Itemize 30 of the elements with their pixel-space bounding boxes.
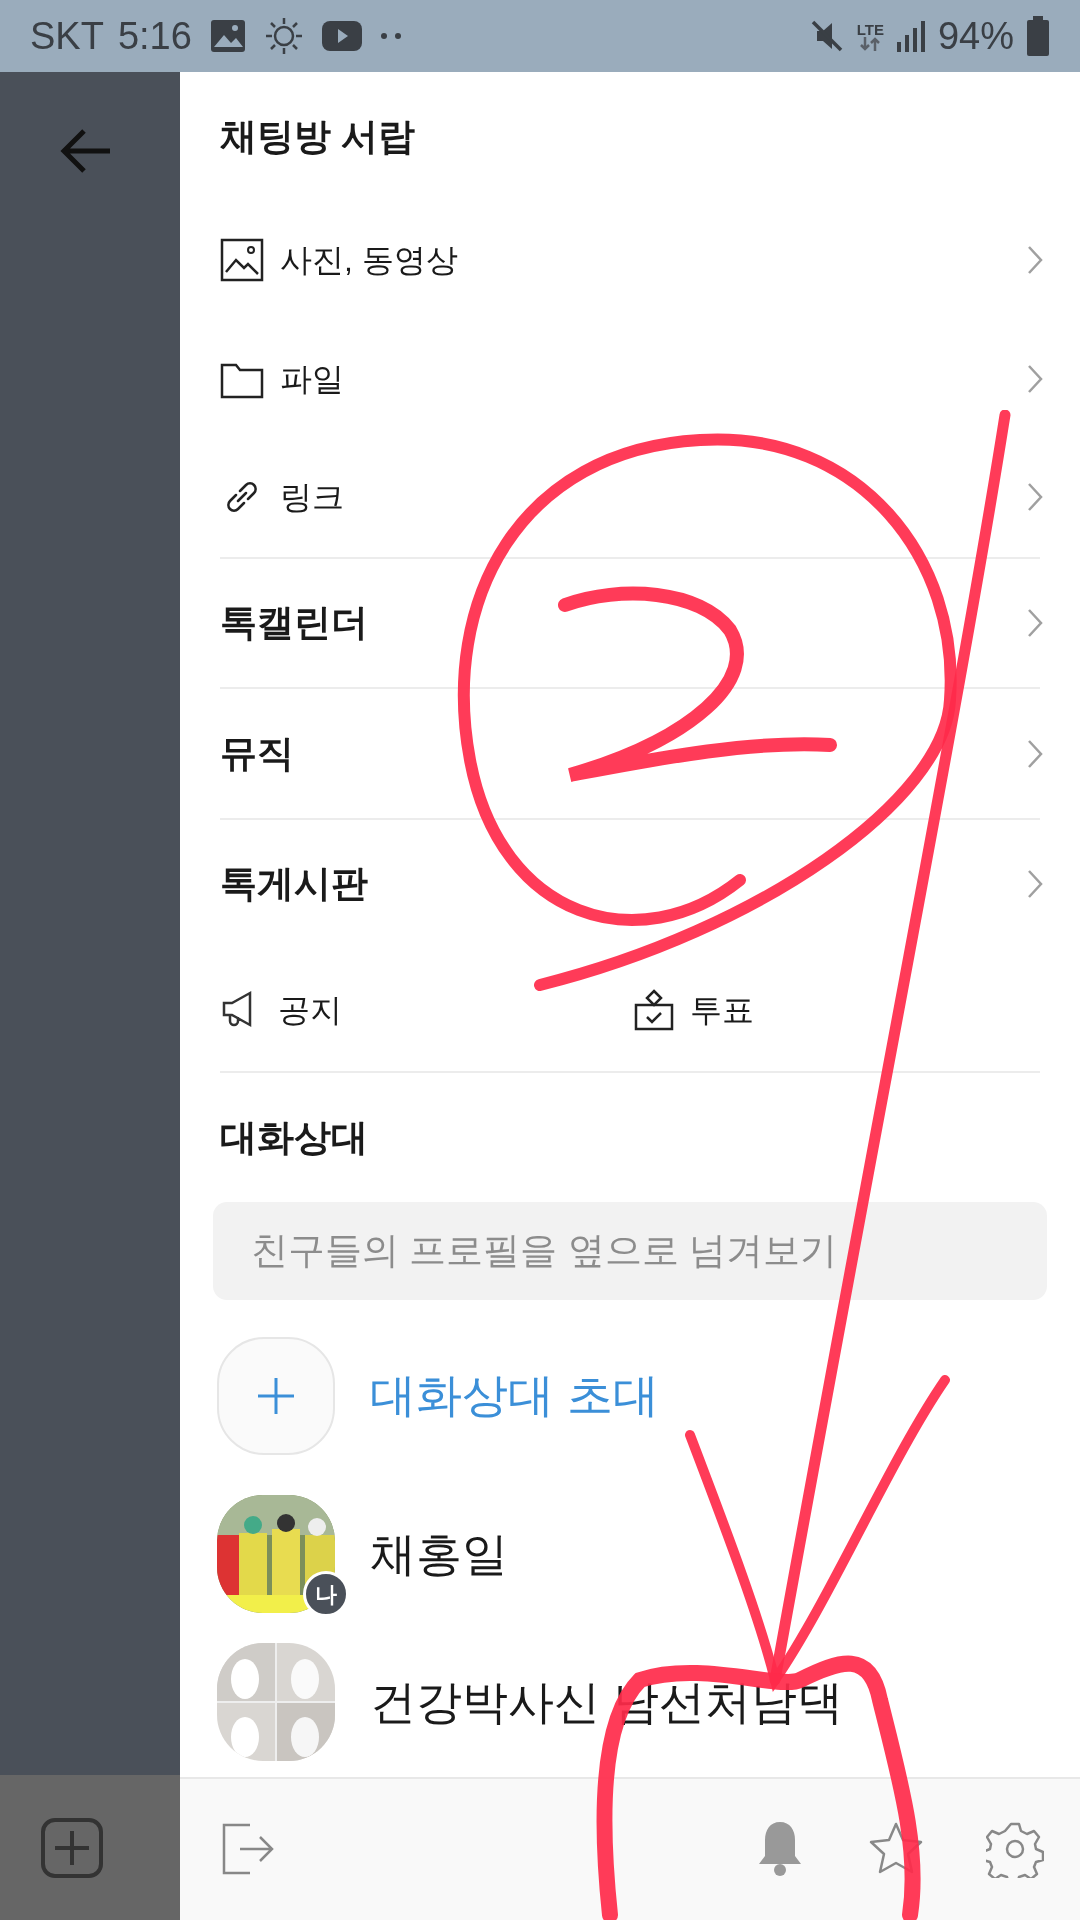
drawer-title: 채팅방 서랍 bbox=[220, 114, 416, 159]
menu-item[interactable]: 뮤직 bbox=[180, 689, 1080, 818]
menu-item[interactable]: 톡캘린더 bbox=[180, 558, 1080, 688]
sun-icon bbox=[263, 16, 304, 56]
battery-text: 94% bbox=[937, 13, 1014, 59]
member-item[interactable]: 나 채홍일 bbox=[180, 1479, 1080, 1629]
network-text: LTE bbox=[856, 21, 884, 37]
data-arrows-icon bbox=[859, 36, 882, 51]
clock-text: 5:16 bbox=[117, 13, 192, 59]
gallery-icon bbox=[209, 19, 246, 53]
more-dots-icon bbox=[379, 32, 402, 40]
storage-item[interactable]: 파일 bbox=[180, 319, 1080, 438]
back-arrow-icon[interactable] bbox=[60, 128, 112, 174]
settings-icon[interactable] bbox=[986, 1820, 1044, 1879]
me-badge: 나 bbox=[303, 1571, 349, 1617]
video-play-icon bbox=[321, 21, 362, 51]
storage-item[interactable]: 링크 bbox=[180, 438, 1080, 557]
plus-box-icon[interactable] bbox=[40, 1816, 104, 1879]
chevron-right-icon bbox=[1026, 607, 1044, 639]
shortcut-item[interactable]: 공지 bbox=[220, 948, 632, 1072]
battery-icon bbox=[1026, 16, 1050, 56]
storage-item[interactable]: 사진, 동영상 bbox=[180, 200, 1080, 320]
signal-icon bbox=[895, 20, 926, 52]
carrier-text: SKT bbox=[30, 13, 104, 59]
menu-item[interactable]: 톡게시판 bbox=[180, 819, 1080, 949]
section-title: 대화상대 bbox=[220, 1115, 368, 1160]
search-field[interactable]: 친구들의 프로필을 옆으로 넘겨보기 bbox=[213, 1201, 1047, 1300]
photo-icon bbox=[220, 237, 264, 282]
shortcut-item[interactable]: 투표 bbox=[632, 948, 1044, 1072]
plus-icon bbox=[217, 1336, 335, 1455]
